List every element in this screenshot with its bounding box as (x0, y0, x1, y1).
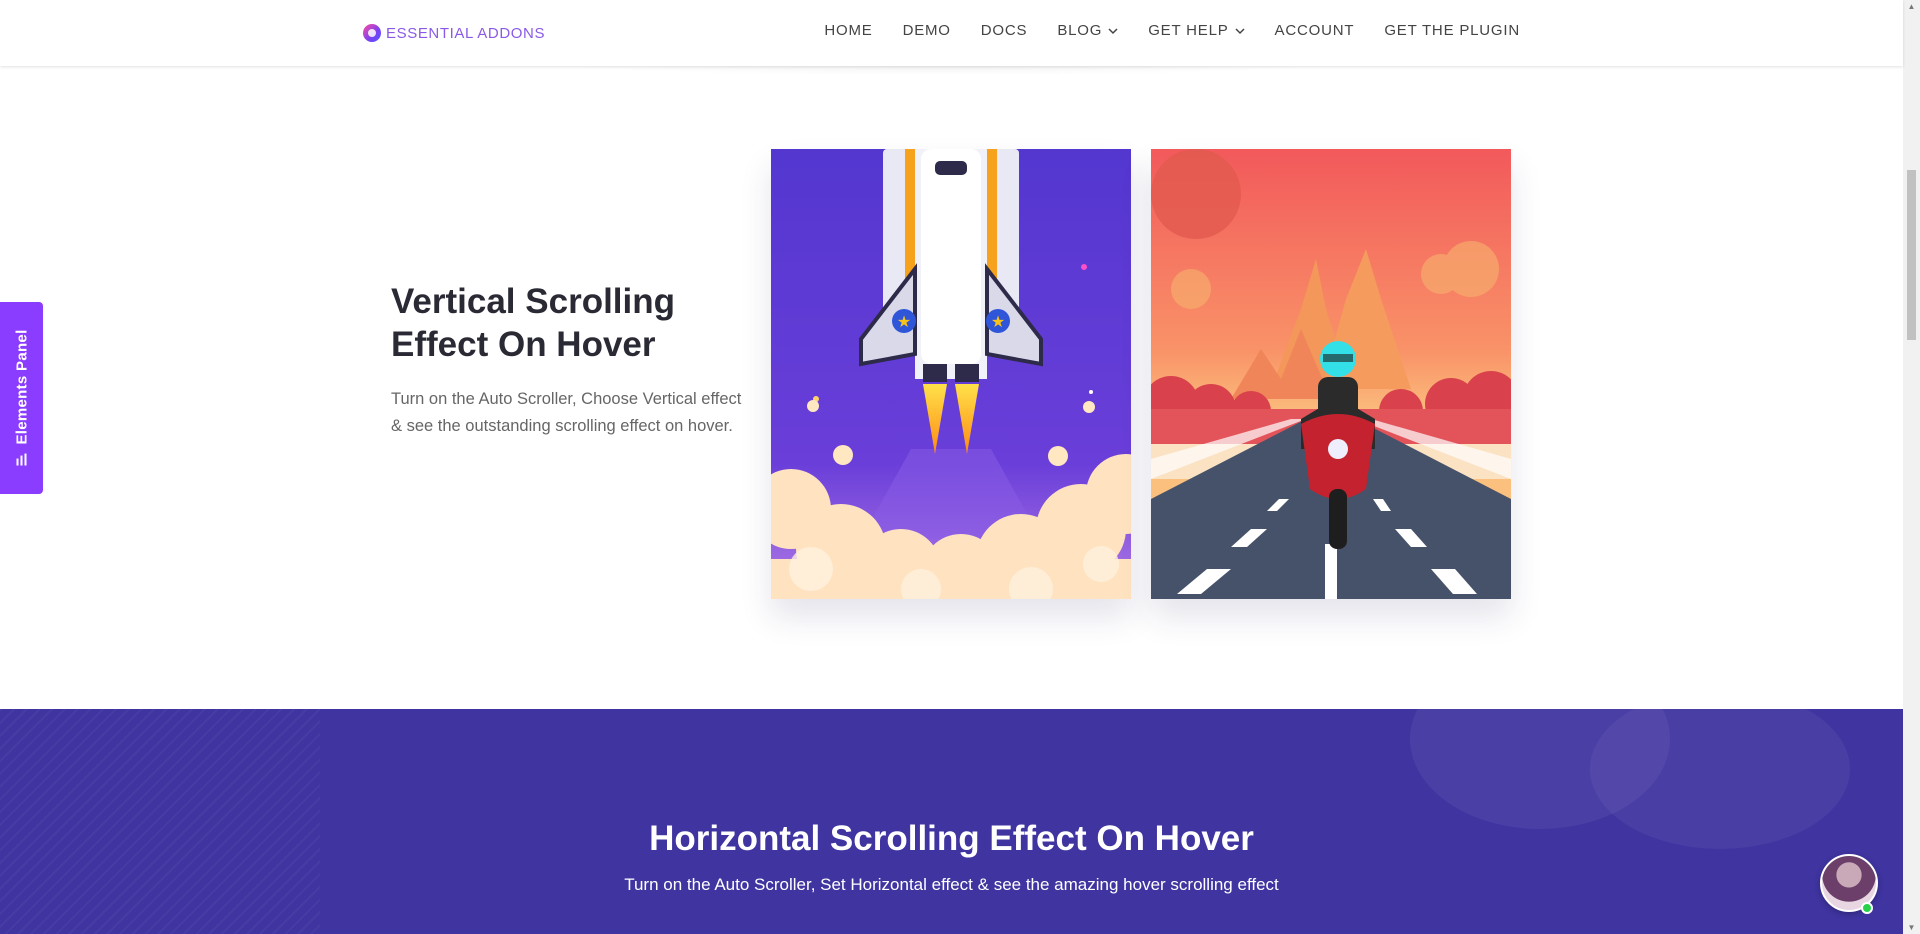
nav-account[interactable]: ACCOUNT (1275, 22, 1355, 39)
nav-label: GET HELP (1148, 22, 1229, 39)
nav-demo[interactable]: DEMO (903, 22, 951, 39)
nav-label: DOCS (980, 22, 1028, 39)
horizontal-scroll-section: Horizontal Scrolling Effect On Hover Tur… (0, 709, 1903, 934)
nav-label: ACCOUNT (1274, 22, 1355, 39)
chevron-down-icon (1108, 27, 1118, 34)
nav-label: BLOG (1057, 22, 1103, 39)
nav-get-the-plugin[interactable]: GET THE PLUGIN (1384, 22, 1520, 39)
nav-home[interactable]: HOME (824, 22, 872, 39)
online-status-icon (1861, 902, 1873, 914)
logo-icon (363, 24, 381, 42)
svg-text:★: ★ (897, 314, 911, 331)
motorbike-road-illustration (1151, 149, 1511, 599)
main-nav: HOME DEMO DOCS BLOG GET HELP ACCOUNT GET… (794, 22, 1520, 39)
site-header: ESSENTIAL ADDONS HOME DEMO DOCS BLOG GET… (0, 0, 1903, 66)
section-description: Turn on the Auto Scroller, Set Horizonta… (624, 875, 1279, 894)
nav-label: GET THE PLUGIN (1384, 22, 1520, 39)
scroll-up-arrow-icon[interactable]: ▲ (1907, 2, 1916, 11)
nav-docs[interactable]: DOCS (981, 22, 1028, 39)
section-description: Turn on the Auto Scroller, Choose Vertic… (391, 390, 742, 435)
page-scrollbar[interactable]: ▲ ▼ (1903, 0, 1920, 934)
nav-get-help[interactable]: GET HELP (1148, 22, 1245, 39)
rocket-image-card[interactable]: ★ ★ (771, 149, 1131, 599)
logo-text: ESSENTIAL ADDONS (386, 24, 546, 42)
scroll-down-arrow-icon[interactable]: ▼ (1907, 923, 1916, 932)
nav-label: HOME (824, 22, 873, 39)
nav-label: DEMO (902, 22, 951, 39)
elements-panel-tab[interactable]: Elements Panel (0, 302, 43, 494)
motorbike-image-card[interactable] (1151, 149, 1511, 599)
bar-chart-icon (15, 453, 26, 466)
elements-panel-label: Elements Panel (13, 329, 30, 445)
section-title: Horizontal Scrolling Effect On Hover (649, 819, 1254, 858)
svg-text:★: ★ (991, 314, 1005, 331)
site-logo[interactable]: ESSENTIAL ADDONS (363, 23, 545, 43)
rocket-launch-illustration: ★ ★ (771, 149, 1131, 599)
chevron-down-icon (1235, 27, 1245, 34)
nav-blog[interactable]: BLOG (1057, 22, 1118, 39)
scroll-thumb[interactable] (1907, 170, 1916, 340)
section-title: Vertical Scrolling Effect On Hover (391, 282, 675, 364)
